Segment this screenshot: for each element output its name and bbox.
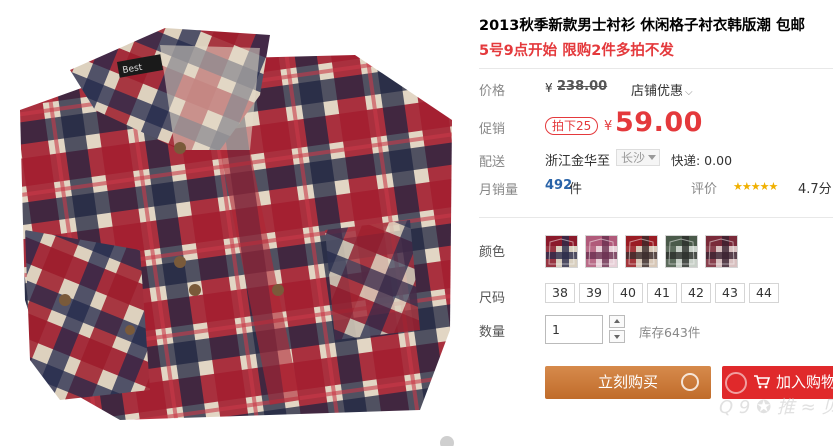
ship-to-label: 至 bbox=[597, 154, 611, 169]
color-option-wine[interactable] bbox=[705, 235, 738, 268]
currency-symbol: ¥ bbox=[545, 81, 553, 95]
color-thumbnail bbox=[666, 236, 697, 267]
divider bbox=[479, 217, 833, 218]
stock-count: 库存643件 bbox=[639, 325, 701, 340]
size-option-40[interactable]: 40 bbox=[613, 283, 643, 303]
quantity-label: 数量 bbox=[479, 325, 506, 340]
size-option-38[interactable]: 38 bbox=[545, 283, 575, 303]
promo-currency-symbol: ¥ bbox=[604, 119, 613, 134]
rating-label: 评价 bbox=[691, 182, 718, 197]
promo-badge: 拍下25 bbox=[545, 117, 599, 135]
size-option-41[interactable]: 41 bbox=[647, 283, 677, 303]
size-label: 尺码 bbox=[479, 291, 506, 306]
quantity-decrease-button[interactable] bbox=[609, 330, 625, 343]
size-option-42[interactable]: 42 bbox=[681, 283, 711, 303]
color-thumbnail bbox=[586, 236, 617, 267]
size-option-39[interactable]: 39 bbox=[579, 283, 609, 303]
ship-from: 浙江金华 bbox=[545, 154, 598, 169]
express-fee: 快递: 0.00 bbox=[671, 153, 733, 168]
color-option-pink[interactable] bbox=[585, 235, 618, 268]
product-subtitle: 5号9点开始 限购2件多拍不发 bbox=[479, 43, 674, 59]
shirt-photo: Best bbox=[20, 28, 452, 420]
original-price: 238.00 bbox=[557, 79, 608, 94]
product-title: 2013秋季新款男士衬衫 休闲格子衬衣韩版潮 包邮 bbox=[479, 18, 805, 34]
divider bbox=[479, 68, 833, 69]
size-option-43[interactable]: 43 bbox=[715, 283, 745, 303]
product-info-panel: 2013秋季新款男士衬衫 休闲格子衬衣韩版潮 包邮 5号9点开始 限购2件多拍不… bbox=[479, 0, 833, 446]
dropdown-arrow-icon bbox=[648, 155, 656, 160]
arrow-up-icon bbox=[614, 319, 620, 323]
arrow-down-icon bbox=[614, 335, 620, 339]
quantity-increase-button[interactable] bbox=[609, 315, 625, 328]
product-image[interactable]: Best bbox=[0, 0, 455, 446]
color-thumbnail bbox=[546, 236, 577, 267]
watermark-text: Q 9 ✪ 推 ≈ 贝 bbox=[719, 397, 833, 418]
color-option-red-black[interactable] bbox=[625, 235, 658, 268]
quantity-input[interactable] bbox=[545, 315, 603, 344]
price-label: 价格 bbox=[479, 84, 506, 99]
rating-stars-icon: ★★★★★ bbox=[733, 180, 778, 193]
shipping-label: 配送 bbox=[479, 155, 506, 170]
watermark-icon bbox=[725, 372, 747, 394]
shop-discount-label: 店铺优惠 bbox=[631, 84, 684, 99]
buy-now-button[interactable]: 立刻购买 bbox=[545, 366, 711, 399]
buy-now-label: 立刻购买 bbox=[597, 373, 658, 391]
watermark-icon bbox=[681, 373, 699, 391]
destination-city: 长沙 bbox=[621, 151, 646, 165]
shop-discount-dropdown[interactable]: 店铺优惠 ⌵ bbox=[631, 80, 693, 99]
chevron-down-icon: ⌵ bbox=[685, 87, 693, 98]
size-option-44[interactable]: 44 bbox=[749, 283, 779, 303]
color-option-green-gray[interactable] bbox=[665, 235, 698, 268]
color-option-navy-red[interactable] bbox=[545, 235, 578, 268]
rating-score: 4.7分 bbox=[798, 182, 832, 197]
destination-city-select[interactable]: 长沙 bbox=[616, 149, 660, 166]
color-label: 颜色 bbox=[479, 245, 506, 260]
cart-icon bbox=[754, 375, 770, 389]
monthly-sales-unit: 件 bbox=[569, 182, 583, 197]
monthly-sales-label: 月销量 bbox=[479, 183, 519, 198]
zoom-icon[interactable] bbox=[440, 436, 454, 446]
color-thumbnail bbox=[626, 236, 657, 267]
promo-label: 促销 bbox=[479, 122, 506, 137]
promo-price: 59.00 bbox=[615, 107, 703, 138]
color-thumbnail bbox=[706, 236, 737, 267]
